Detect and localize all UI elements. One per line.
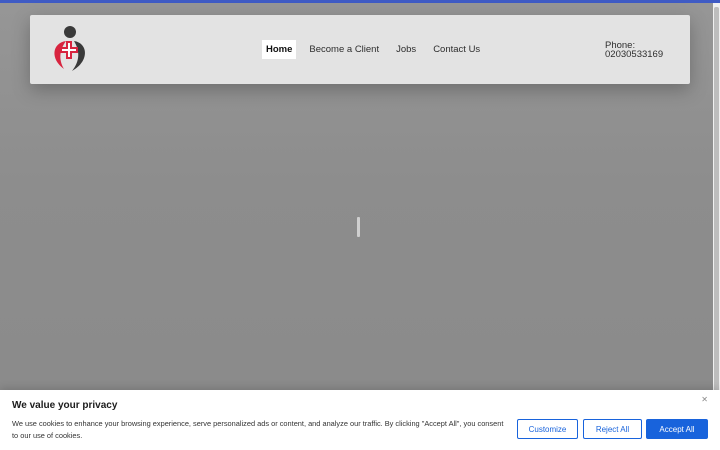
nav-jobs[interactable]: Jobs: [392, 40, 420, 59]
nav-home[interactable]: Home: [262, 40, 297, 59]
caregiver-cross-logo-icon: [54, 26, 85, 71]
nav-become-a-client[interactable]: Become a Client: [305, 40, 383, 59]
reject-all-button[interactable]: Reject All: [583, 419, 642, 439]
loading-indicator: [357, 217, 360, 237]
nav-contact-us[interactable]: Contact Us: [429, 40, 484, 59]
scrollbar[interactable]: [713, 3, 720, 450]
cookie-banner: We value your privacy ✕ We use cookies t…: [0, 390, 720, 450]
cookie-title: We value your privacy: [12, 400, 118, 411]
close-icon[interactable]: ✕: [701, 395, 708, 404]
customize-button[interactable]: Customize: [517, 419, 578, 439]
phone-number[interactable]: 02030533169: [605, 50, 663, 60]
accept-all-button[interactable]: Accept All: [646, 419, 708, 439]
cookie-description: We use cookies to enhance your browsing …: [12, 419, 504, 440]
scrollbar-thumb[interactable]: [714, 7, 719, 393]
site-header: Home Become a Client Jobs Contact Us Pho…: [30, 15, 690, 84]
phone-contact[interactable]: Phone: 02030533169: [605, 41, 663, 60]
site-logo[interactable]: [50, 25, 90, 75]
main-nav: Home Become a Client Jobs Contact Us: [262, 40, 493, 59]
